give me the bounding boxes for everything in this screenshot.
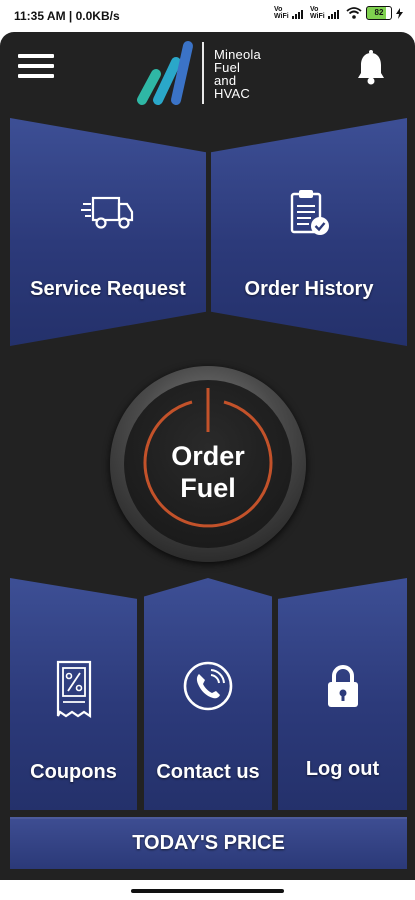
service-request-label: Service Request xyxy=(30,278,186,300)
phone-icon xyxy=(183,661,233,711)
contact-us-label: Contact us xyxy=(156,761,260,783)
order-fuel-button[interactable]: Order Fuel xyxy=(110,366,306,562)
signal-icon-2 xyxy=(328,9,339,19)
home-indicator[interactable] xyxy=(131,889,284,893)
logo-line-4: HVAC xyxy=(214,86,250,101)
top-bar: Mineola Fuel and HVAC xyxy=(0,32,415,114)
contact-us-tile[interactable]: Contact us xyxy=(144,578,272,810)
logo-divider xyxy=(202,42,204,104)
signal-icon xyxy=(292,9,303,19)
app-screen: Mineola Fuel and HVAC Service Request Or… xyxy=(0,32,415,880)
status-icons: Vo WiFi Vo WiFi 82 xyxy=(274,6,403,20)
order-fuel-label: Order Fuel xyxy=(124,440,292,504)
status-bar: 11:35 AM | 0.0KB/s Vo WiFi Vo WiFi 82 xyxy=(0,0,415,32)
order-fuel-line-2: Fuel xyxy=(180,473,236,503)
logo-text: Mineola Fuel and HVAC xyxy=(214,48,261,100)
company-logo: Mineola Fuel and HVAC xyxy=(136,38,286,108)
order-fuel-inner: Order Fuel xyxy=(124,380,292,548)
bell-icon[interactable] xyxy=(355,50,387,86)
todays-price-button[interactable]: TODAY'S PRICE xyxy=(10,817,407,869)
wifi-icon xyxy=(346,7,362,19)
charging-icon xyxy=(396,7,403,19)
coupons-tile[interactable]: Coupons xyxy=(10,578,137,810)
battery-indicator: 82 xyxy=(366,6,392,20)
coupons-label: Coupons xyxy=(30,761,117,783)
vo-wifi-label-1: Vo WiFi xyxy=(274,6,289,20)
log-out-label: Log out xyxy=(305,758,380,780)
coupon-icon xyxy=(56,660,91,718)
clipboard-check-icon xyxy=(290,190,329,235)
vo-wifi-label-2: Vo WiFi xyxy=(310,6,325,20)
order-history-label: Order History xyxy=(244,278,374,300)
delivery-truck-icon xyxy=(81,196,134,229)
order-history-tile[interactable]: Order History xyxy=(211,118,407,346)
logo-mark-icon xyxy=(137,41,193,105)
system-nav-bar xyxy=(0,880,415,900)
log-out-tile[interactable]: Log out xyxy=(278,578,407,810)
status-time: 11:35 AM | 0.0KB/s xyxy=(14,9,120,23)
lock-icon xyxy=(327,665,358,707)
order-fuel-line-1: Order xyxy=(171,441,245,471)
hamburger-menu-icon[interactable] xyxy=(18,54,54,84)
service-request-tile[interactable]: Service Request xyxy=(10,118,206,346)
